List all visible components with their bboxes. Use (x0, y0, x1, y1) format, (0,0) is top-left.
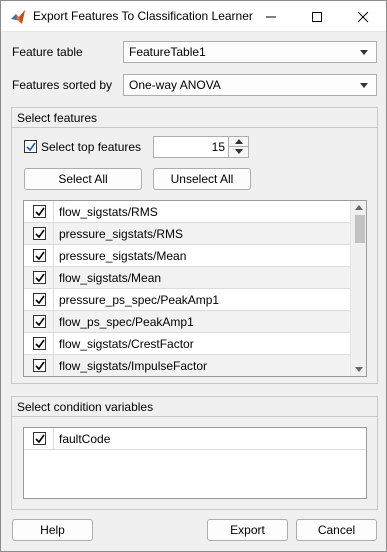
row-checkbox-cell[interactable] (24, 223, 54, 245)
row-label: flow_ps_spec/PeakAmp1 (59, 315, 194, 329)
row-checkbox-cell[interactable] (24, 333, 54, 355)
checkmark-icon (35, 361, 45, 371)
increment-button[interactable] (228, 137, 248, 147)
row-checkbox-cell[interactable] (24, 428, 54, 450)
condition-variables-panel: Select condition variables faultCode (11, 396, 378, 510)
sort-value: One-way ANOVA (129, 78, 221, 92)
feature-table-label: Feature table (12, 45, 83, 59)
select-top-features-checkbox[interactable] (24, 140, 37, 153)
checkmark-icon (35, 229, 45, 239)
table-row[interactable]: flow_sigstats/Mean (24, 267, 350, 289)
row-checkbox[interactable] (33, 249, 46, 262)
row-checkbox[interactable] (33, 227, 46, 240)
close-button[interactable] (340, 1, 386, 32)
table-row[interactable]: pressure_ps_spec/PeakAmp1 (24, 289, 350, 311)
row-checkbox[interactable] (33, 271, 46, 284)
minimize-icon (266, 16, 276, 18)
row-label: pressure_sigstats/RMS (59, 227, 184, 241)
row-checkbox[interactable] (33, 315, 46, 328)
row-checkbox[interactable] (33, 293, 46, 306)
table-row[interactable]: pressure_sigstats/RMS (24, 223, 350, 245)
checkmark-icon (35, 273, 45, 283)
condition-variables-title: Select condition variables (12, 397, 377, 417)
condition-variables-table: faultCode (23, 427, 367, 499)
feature-table-dropdown[interactable]: FeatureTable1 (123, 41, 377, 63)
scroll-up-icon[interactable] (355, 205, 363, 210)
row-checkbox[interactable] (33, 359, 46, 372)
table-row[interactable]: faultCode (24, 428, 366, 450)
chevron-down-icon (360, 83, 368, 88)
table-row[interactable]: flow_ps_spec/PeakAmp1 (24, 311, 350, 333)
row-label: flow_sigstats/ImpulseFactor (59, 359, 208, 373)
top-features-count: 15 (211, 140, 225, 154)
row-label: flow_sigstats/CrestFactor (59, 337, 194, 351)
title-bar[interactable]: Export Features To Classification Learne… (1, 1, 386, 32)
export-button[interactable]: Export (207, 519, 288, 541)
select-features-title: Select features (12, 108, 377, 128)
scrollbar-thumb[interactable] (355, 215, 365, 243)
sort-dropdown[interactable]: One-way ANOVA (123, 74, 377, 96)
table-row[interactable]: pressure_sigstats/Mean (24, 245, 350, 267)
row-label: flow_sigstats/RMS (59, 205, 158, 219)
help-button[interactable]: Help (12, 519, 93, 541)
chevron-up-icon (235, 139, 243, 144)
table-row[interactable]: flow_sigstats/RMS (24, 201, 350, 223)
select-top-features-label: Select top features (41, 140, 142, 154)
close-icon (357, 11, 369, 23)
checkmark-icon (35, 339, 45, 349)
features-table: flow_sigstats/RMS pressure_sigstats/RMSpr… (23, 200, 367, 377)
features-scrollbar[interactable] (350, 201, 366, 376)
row-checkbox-cell[interactable] (24, 355, 54, 376)
row-checkbox-cell[interactable] (24, 201, 54, 223)
row-label: flow_sigstats/Mean (59, 271, 162, 285)
table-row[interactable]: flow_sigstats/ImpulseFactor (24, 355, 350, 376)
matlab-icon (11, 10, 25, 24)
row-checkbox-cell[interactable] (24, 289, 54, 311)
row-checkbox-cell[interactable] (24, 311, 54, 333)
cancel-button[interactable]: Cancel (296, 519, 377, 541)
chevron-down-icon (235, 149, 243, 154)
row-checkbox-cell[interactable] (24, 245, 54, 267)
select-all-button[interactable]: Select All (24, 168, 142, 190)
select-features-panel: Select features Select top features 15 S… (11, 107, 378, 384)
checkmark-icon (35, 317, 45, 327)
row-checkbox[interactable] (33, 432, 46, 445)
checkmark-icon (35, 207, 45, 217)
window-title: Export Features To Classification Learne… (33, 9, 253, 23)
top-features-spinner[interactable]: 15 (153, 136, 249, 158)
unselect-all-button[interactable]: Unselect All (153, 168, 251, 190)
row-checkbox[interactable] (33, 205, 46, 218)
checkmark-icon (26, 142, 36, 152)
row-label: faultCode (59, 432, 111, 446)
scroll-down-icon[interactable] (355, 367, 363, 372)
maximize-button[interactable] (294, 1, 340, 32)
maximize-icon (312, 12, 322, 22)
row-label: pressure_sigstats/Mean (59, 249, 187, 263)
chevron-down-icon (360, 50, 368, 55)
row-label: pressure_ps_spec/PeakAmp1 (59, 293, 220, 307)
checkmark-icon (35, 251, 45, 261)
checkmark-icon (35, 434, 45, 444)
feature-table-value: FeatureTable1 (129, 45, 206, 59)
sort-label: Features sorted by (12, 78, 113, 92)
row-checkbox[interactable] (33, 337, 46, 350)
decrement-button[interactable] (228, 147, 248, 157)
table-row[interactable]: flow_sigstats/CrestFactor (24, 333, 350, 355)
minimize-button[interactable] (248, 1, 294, 32)
export-dialog: Export Features To Classification Learne… (0, 0, 387, 552)
row-checkbox-cell[interactable] (24, 267, 54, 289)
checkmark-icon (35, 295, 45, 305)
